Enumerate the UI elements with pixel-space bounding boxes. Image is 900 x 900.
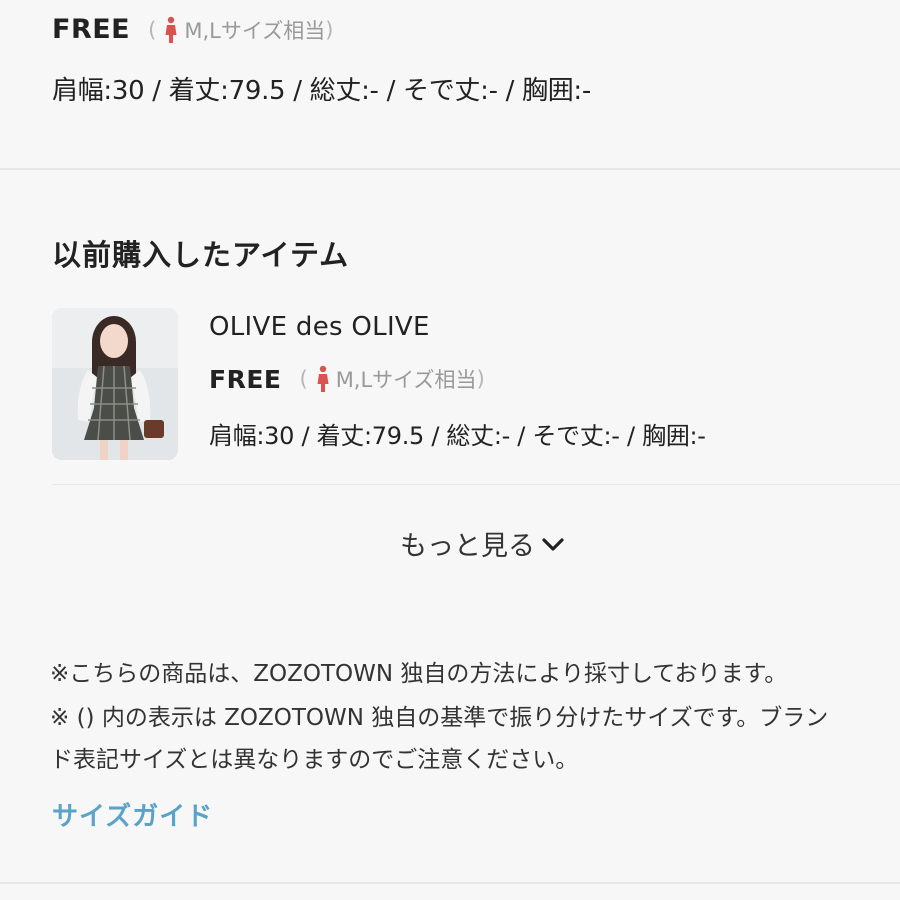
female-person-icon — [317, 365, 329, 392]
chevron-down-icon — [542, 537, 564, 551]
item-divider — [52, 484, 900, 485]
bottom-divider — [0, 882, 900, 884]
measurements: 肩幅:30 / 着丈:79.5 / 総丈:- / そで丈:- / 胸囲:- — [52, 76, 591, 106]
note-line-1: ※こちらの商品は、ZOZOTOWN 独自の方法により採寸しております。 — [50, 661, 788, 687]
item-thumbnail[interactable] — [52, 308, 178, 460]
size-guide-link[interactable]: サイズガイド — [52, 796, 213, 833]
item-size-equivalent: ( M,Lサイズ相当 ) — [299, 364, 485, 394]
item-photo — [52, 308, 178, 460]
item-brand[interactable]: OLIVE des OLIVE — [209, 312, 430, 342]
paren-close: ) — [476, 367, 485, 391]
size-row-top: FREE ( M,Lサイズ相当 ) — [52, 14, 333, 45]
section-title: 以前購入したアイテム — [52, 238, 350, 272]
item-measurements: 肩幅:30 / 着丈:79.5 / 総丈:- / そで丈:- / 胸囲:- — [209, 422, 706, 450]
size-equivalent-text: M,Lサイズ相当 — [335, 368, 477, 392]
item-size-label: FREE — [209, 364, 282, 394]
note-line-3: ド表記サイズとは異なりますのでご注意ください。 — [50, 747, 579, 773]
show-more-label: もっと見る — [400, 531, 535, 562]
size-label: FREE — [52, 14, 131, 45]
section-divider — [0, 168, 900, 170]
female-person-icon — [165, 16, 177, 43]
size-equivalent-text: M,Lサイズ相当 — [184, 18, 326, 43]
show-more-button[interactable]: もっと見る — [400, 524, 565, 563]
paren-close: ) — [325, 17, 334, 42]
paren-open: ( — [148, 17, 157, 42]
note-line-2: ※ () 内の表示は ZOZOTOWN 独自の基準で振り分けたサイズです。ブラン — [50, 705, 829, 731]
paren-open: ( — [299, 367, 308, 391]
size-equivalent: ( M,Lサイズ相当 ) — [148, 15, 333, 45]
item-size-row: FREE ( M,Lサイズ相当 ) — [209, 364, 485, 394]
